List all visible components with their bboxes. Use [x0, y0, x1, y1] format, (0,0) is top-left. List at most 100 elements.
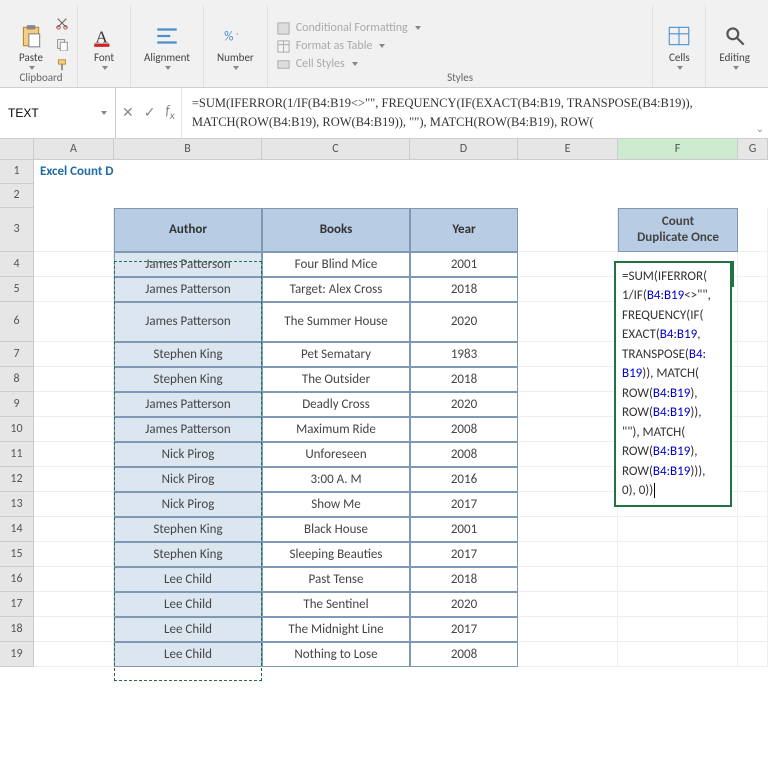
- col-header-F[interactable]: F: [618, 139, 738, 159]
- conditional-formatting-button[interactable]: Conditional Formatting: [276, 21, 421, 36]
- cell-blank[interactable]: [518, 277, 618, 302]
- cell-blank[interactable]: [738, 184, 768, 208]
- cell-blank[interactable]: [738, 392, 768, 417]
- row-header-18[interactable]: 18: [0, 617, 34, 642]
- cell-blank[interactable]: [34, 542, 114, 567]
- cell-blank[interactable]: [738, 252, 768, 277]
- cell-year[interactable]: 2001: [410, 252, 518, 277]
- cell-blank[interactable]: [738, 567, 768, 592]
- cell-author[interactable]: Stephen King: [114, 342, 262, 367]
- cell-book[interactable]: The Outsider: [262, 367, 410, 392]
- cell-styles-button[interactable]: Cell Styles: [276, 57, 421, 72]
- cell-year[interactable]: 2016: [410, 467, 518, 492]
- cell-author[interactable]: Lee Child: [114, 567, 262, 592]
- cell-blank[interactable]: [518, 567, 618, 592]
- cell-blank[interactable]: [518, 617, 618, 642]
- cell-blank[interactable]: [518, 442, 618, 467]
- row-header-19[interactable]: 19: [0, 642, 34, 667]
- cell-blank[interactable]: [738, 442, 768, 467]
- header-year[interactable]: Year: [410, 208, 518, 252]
- cell-blank[interactable]: [738, 367, 768, 392]
- cell-F[interactable]: [618, 542, 738, 567]
- cell-blank[interactable]: [34, 567, 114, 592]
- cell-book[interactable]: The Midnight Line: [262, 617, 410, 642]
- paste-button[interactable]: Paste: [13, 21, 49, 72]
- formula-input[interactable]: =SUM(IFERROR(1/IF(B4:B19<>"", FREQUENCY(…: [182, 88, 768, 138]
- cell-F[interactable]: [618, 517, 738, 542]
- cell-F[interactable]: [618, 592, 738, 617]
- cell-book[interactable]: Deadly Cross: [262, 392, 410, 417]
- cell-blank[interactable]: [114, 184, 262, 208]
- cell-book[interactable]: Nothing to Lose: [262, 642, 410, 667]
- row-header-11[interactable]: 11: [0, 442, 34, 467]
- cell-blank[interactable]: [518, 492, 618, 517]
- cell-book[interactable]: Unforeseen: [262, 442, 410, 467]
- cell-blank[interactable]: [518, 467, 618, 492]
- cell-author[interactable]: Stephen King: [114, 367, 262, 392]
- cell-book[interactable]: Black House: [262, 517, 410, 542]
- cell-blank[interactable]: [34, 442, 114, 467]
- row-header-9[interactable]: 9: [0, 392, 34, 417]
- row-header-14[interactable]: 14: [0, 517, 34, 542]
- row-header-13[interactable]: 13: [0, 492, 34, 517]
- cell-year[interactable]: 2020: [410, 392, 518, 417]
- cell-author[interactable]: James Patterson: [114, 302, 262, 342]
- cell-author[interactable]: Lee Child: [114, 617, 262, 642]
- cell-blank[interactable]: [34, 592, 114, 617]
- cell-blank[interactable]: [34, 342, 114, 367]
- cell-blank[interactable]: [518, 592, 618, 617]
- cell-book[interactable]: Maximum Ride: [262, 417, 410, 442]
- cell-blank[interactable]: [262, 160, 410, 184]
- cell-blank[interactable]: [738, 302, 768, 342]
- cell-book[interactable]: Target: Alex Cross: [262, 277, 410, 302]
- select-all[interactable]: [0, 139, 34, 159]
- cancel-formula-icon[interactable]: ✕: [122, 104, 134, 121]
- cell-blank[interactable]: [738, 160, 768, 184]
- cell-blank[interactable]: [738, 592, 768, 617]
- cell-blank[interactable]: [738, 642, 768, 667]
- formula-editing-overlay[interactable]: =SUM(IFERROR(1/IF(B4:B19<>"",FREQUENCY(I…: [614, 261, 732, 507]
- alignment-button[interactable]: Alignment: [139, 21, 195, 72]
- name-box[interactable]: [0, 88, 116, 138]
- cell-blank[interactable]: [518, 417, 618, 442]
- row-header-16[interactable]: 16: [0, 567, 34, 592]
- cell-blank[interactable]: [518, 517, 618, 542]
- cell-blank[interactable]: [410, 184, 518, 208]
- cell-author[interactable]: James Patterson: [114, 277, 262, 302]
- cell-book[interactable]: The Summer House: [262, 302, 410, 342]
- cell-F[interactable]: [618, 567, 738, 592]
- cell-blank[interactable]: [518, 208, 618, 252]
- cell-blank[interactable]: [34, 417, 114, 442]
- cell-blank[interactable]: [738, 342, 768, 367]
- cell-book[interactable]: Pet Sematary: [262, 342, 410, 367]
- row-header-4[interactable]: 4: [0, 252, 34, 277]
- cell-F[interactable]: [618, 642, 738, 667]
- header-author[interactable]: Author: [114, 208, 262, 252]
- cell-blank[interactable]: [518, 642, 618, 667]
- cell-year[interactable]: 2018: [410, 367, 518, 392]
- cell-year[interactable]: 2008: [410, 417, 518, 442]
- row-header-3[interactable]: 3: [0, 208, 34, 252]
- cell-author[interactable]: James Patterson: [114, 392, 262, 417]
- cell-year[interactable]: 2008: [410, 642, 518, 667]
- cell-blank[interactable]: [518, 302, 618, 342]
- cell-blank[interactable]: [34, 277, 114, 302]
- cell-author[interactable]: Lee Child: [114, 592, 262, 617]
- cell-year[interactable]: 2017: [410, 617, 518, 642]
- cell-author[interactable]: Nick Pirog: [114, 492, 262, 517]
- editing-button[interactable]: Editing: [714, 21, 755, 72]
- cell-blank[interactable]: [518, 252, 618, 277]
- cell-blank[interactable]: [34, 252, 114, 277]
- cell-blank[interactable]: [518, 342, 618, 367]
- cell-year[interactable]: 2001: [410, 517, 518, 542]
- cell-blank[interactable]: [34, 517, 114, 542]
- cell-blank[interactable]: [738, 277, 768, 302]
- cell-blank[interactable]: [738, 617, 768, 642]
- cell-book[interactable]: Show Me: [262, 492, 410, 517]
- cell-F[interactable]: [618, 617, 738, 642]
- cell-blank[interactable]: [738, 417, 768, 442]
- col-header-G[interactable]: G: [738, 139, 768, 159]
- enter-formula-icon[interactable]: ✓: [144, 104, 156, 121]
- cell-blank[interactable]: [518, 184, 618, 208]
- cell-year[interactable]: 2017: [410, 492, 518, 517]
